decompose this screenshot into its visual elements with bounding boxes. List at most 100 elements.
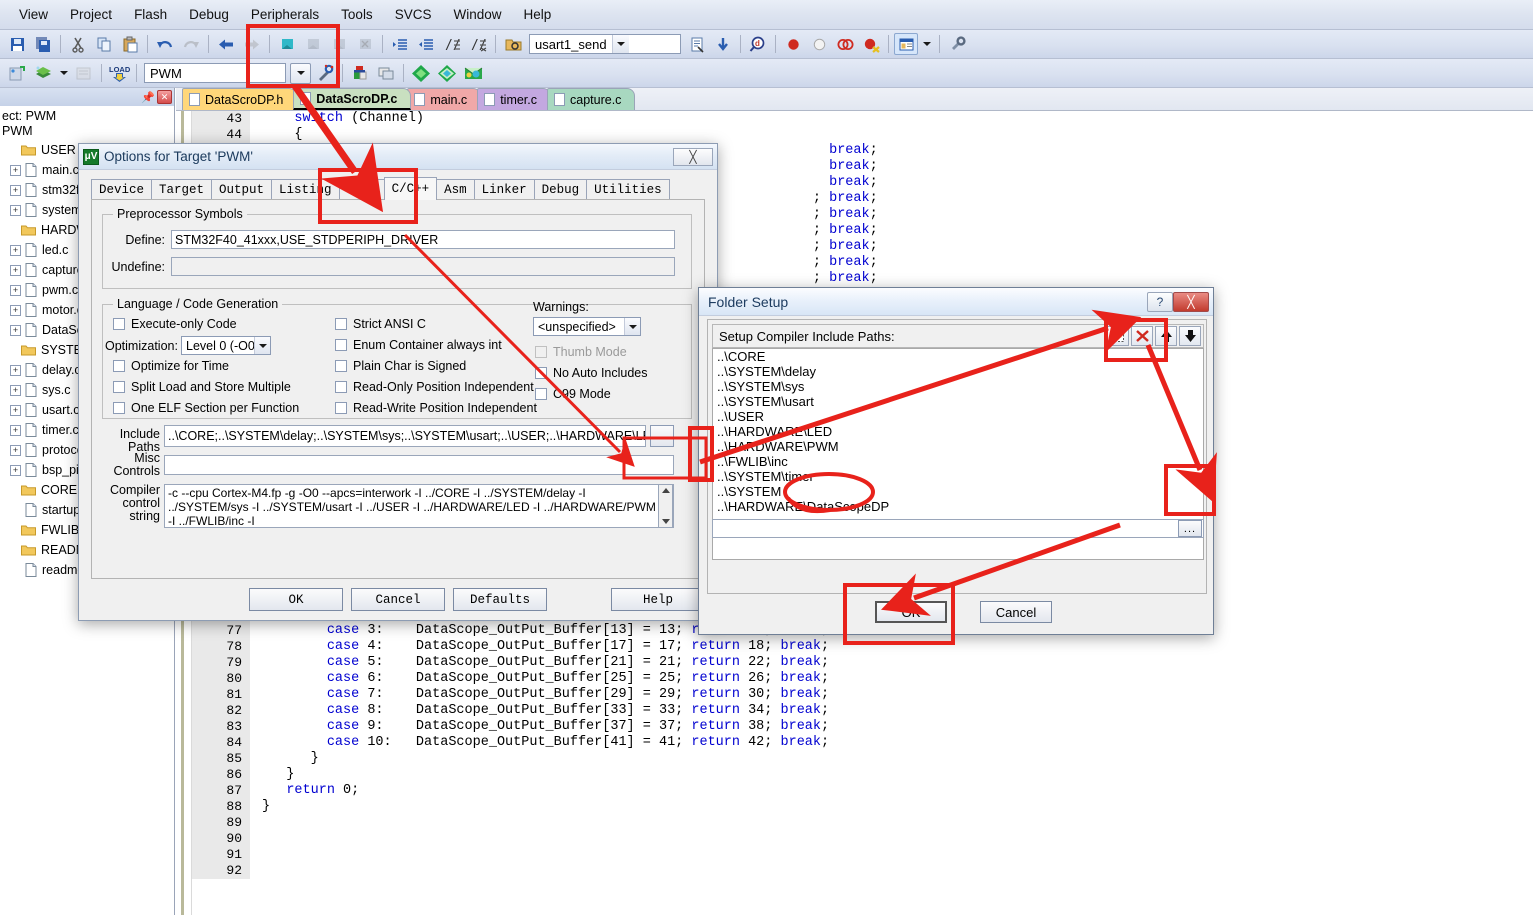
menu-item-svcs[interactable]: SVCS — [384, 4, 443, 25]
translate-icon[interactable] — [5, 62, 29, 84]
config-wizard-icon[interactable] — [435, 62, 459, 84]
insert-icon[interactable] — [711, 33, 735, 55]
editor-tab-datascrodp-c[interactable]: DataScroDP.c — [293, 88, 412, 110]
editor-tab-capture-c[interactable]: capture.c — [547, 88, 636, 110]
folder-setup-ok-button[interactable]: OK — [875, 601, 947, 623]
cut-icon[interactable] — [66, 33, 90, 55]
editor-tab-timer-c[interactable]: timer.c — [477, 88, 551, 110]
target-combo-dropdown-icon[interactable] — [290, 62, 311, 84]
plain-char-signed-checkbox[interactable] — [335, 360, 347, 372]
tree-expander[interactable]: + — [10, 184, 21, 196]
undo-icon[interactable] — [153, 33, 177, 55]
tree-expander[interactable]: + — [10, 264, 21, 276]
download-icon[interactable]: LOAD — [107, 62, 131, 84]
configure-icon[interactable] — [945, 33, 969, 55]
outdent-icon[interactable] — [414, 33, 438, 55]
read-only-position-independent-checkbox[interactable] — [335, 381, 347, 393]
debug-icon[interactable] — [461, 62, 485, 84]
close-icon[interactable]: ✕ — [157, 90, 172, 104]
comment-icon[interactable]: // — [440, 33, 464, 55]
include-path-row[interactable]: ..\SYSTEM\usart — [713, 394, 1203, 409]
manage-project-items-icon[interactable] — [409, 62, 433, 84]
menu-item-view[interactable]: View — [8, 4, 59, 25]
strict-ansi-c-checkbox[interactable] — [335, 318, 347, 330]
options-tab-asm[interactable]: Asm — [436, 179, 475, 200]
tree-expander[interactable]: + — [10, 284, 21, 296]
optimize-for-time-checkbox[interactable] — [113, 360, 125, 372]
delete-path-icon[interactable] — [1131, 326, 1153, 346]
close-icon[interactable]: ╳ — [673, 147, 713, 166]
save-all-icon[interactable] — [31, 33, 55, 55]
enum-container-checkbox[interactable] — [335, 339, 347, 351]
chevron-down-icon[interactable] — [611, 35, 629, 53]
bookmark-next-icon[interactable] — [327, 33, 351, 55]
split-load-store-checkbox[interactable] — [113, 381, 125, 393]
chevron-down-icon[interactable] — [624, 318, 640, 335]
include-path-row[interactable]: ..\FWLIB\inc — [713, 454, 1203, 469]
options-tab-utilities[interactable]: Utilities — [586, 179, 670, 200]
compiler-control-scrollbar[interactable] — [658, 484, 673, 528]
options-ok-button[interactable]: OK — [249, 588, 343, 611]
options-tab-target[interactable]: Target — [151, 179, 213, 200]
target-combo[interactable]: PWM — [144, 63, 286, 83]
menu-item-tools[interactable]: Tools — [330, 4, 384, 25]
tree-expander[interactable]: + — [10, 204, 21, 216]
close-icon[interactable]: ╳ — [1173, 291, 1209, 312]
read-write-position-independent-checkbox[interactable] — [335, 402, 347, 414]
menu-item-debug[interactable]: Debug — [178, 4, 240, 25]
save-icon[interactable] — [5, 33, 29, 55]
breakpoint-icon[interactable] — [781, 33, 805, 55]
include-path-row[interactable]: ..\HARDWARE\LED — [713, 424, 1203, 439]
options-help-button[interactable]: Help — [611, 588, 705, 611]
target-options-icon[interactable] — [313, 62, 337, 84]
copy-icon[interactable] — [92, 33, 116, 55]
project-window-icon[interactable] — [894, 33, 918, 55]
include-path-row[interactable]: ..\SYSTEM\timer — [713, 469, 1203, 484]
editor-tab-datascrodp-h[interactable]: DataScroDP.h — [182, 88, 298, 110]
move-down-icon[interactable] — [1179, 326, 1201, 346]
execute-only-code-checkbox[interactable] — [113, 318, 125, 330]
manage-components-icon[interactable] — [348, 62, 372, 84]
include-path-row[interactable]: ..\SYSTEM\sys — [713, 379, 1203, 394]
tree-expander[interactable]: + — [10, 244, 21, 256]
options-tab-user[interactable]: User — [338, 179, 385, 200]
scroll-down-icon[interactable] — [662, 519, 670, 524]
help-icon[interactable]: ? — [1147, 291, 1173, 312]
folder-setup-titlebar[interactable]: Folder Setup ? ╳ — [699, 288, 1213, 316]
menu-item-window[interactable]: Window — [442, 4, 512, 25]
tree-expander[interactable]: + — [10, 424, 21, 436]
tree-expander[interactable]: + — [10, 304, 21, 316]
browse-icon[interactable] — [501, 33, 525, 55]
scroll-up-icon[interactable] — [662, 488, 670, 493]
breakpoint-disabled-icon[interactable] — [807, 33, 831, 55]
menu-item-peripherals[interactable]: Peripherals — [240, 4, 330, 25]
misc-controls-input[interactable] — [164, 455, 674, 475]
redo-icon[interactable] — [179, 33, 203, 55]
new-path-icon[interactable] — [1107, 326, 1129, 346]
c99-mode-checkbox[interactable] — [535, 388, 547, 400]
back-icon[interactable] — [214, 33, 238, 55]
options-tab-debug[interactable]: Debug — [533, 179, 588, 200]
build-icon[interactable] — [31, 62, 55, 84]
options-tab-listing[interactable]: Listing — [271, 179, 340, 200]
options-tab-output[interactable]: Output — [211, 179, 273, 200]
tree-expander[interactable]: + — [10, 164, 21, 176]
define-input[interactable]: STM32F40_41xxx,USE_STDPERIPH_DRIVER — [171, 230, 675, 249]
compiler-control-string-input[interactable]: -c --cpu Cortex-M4.fp -g -O0 --apcs=inte… — [164, 484, 674, 528]
editor-tab-main-c[interactable]: main.c — [407, 88, 482, 110]
batch-build-icon[interactable] — [374, 62, 398, 84]
tree-expander[interactable]: + — [10, 384, 21, 396]
tree-expander[interactable]: + — [10, 404, 21, 416]
options-tab-linker[interactable]: Linker — [473, 179, 535, 200]
warnings-select[interactable]: <unspecified> — [533, 317, 641, 336]
options-tab-cc[interactable]: C/C++ — [383, 177, 438, 200]
rebuild-icon[interactable] — [72, 62, 96, 84]
build-dropdown-icon[interactable] — [57, 62, 70, 84]
include-path-row[interactable]: ..\HARDWARE\PWM — [713, 439, 1203, 454]
forward-icon[interactable] — [240, 33, 264, 55]
path-edit-row[interactable]: ... — [712, 519, 1204, 538]
tree-expander[interactable]: + — [10, 364, 21, 376]
include-path-row[interactable]: ..\USER — [713, 409, 1203, 424]
include-path-row[interactable]: ..\CORE — [713, 349, 1203, 364]
breakpoints-toggle-icon[interactable] — [833, 33, 857, 55]
